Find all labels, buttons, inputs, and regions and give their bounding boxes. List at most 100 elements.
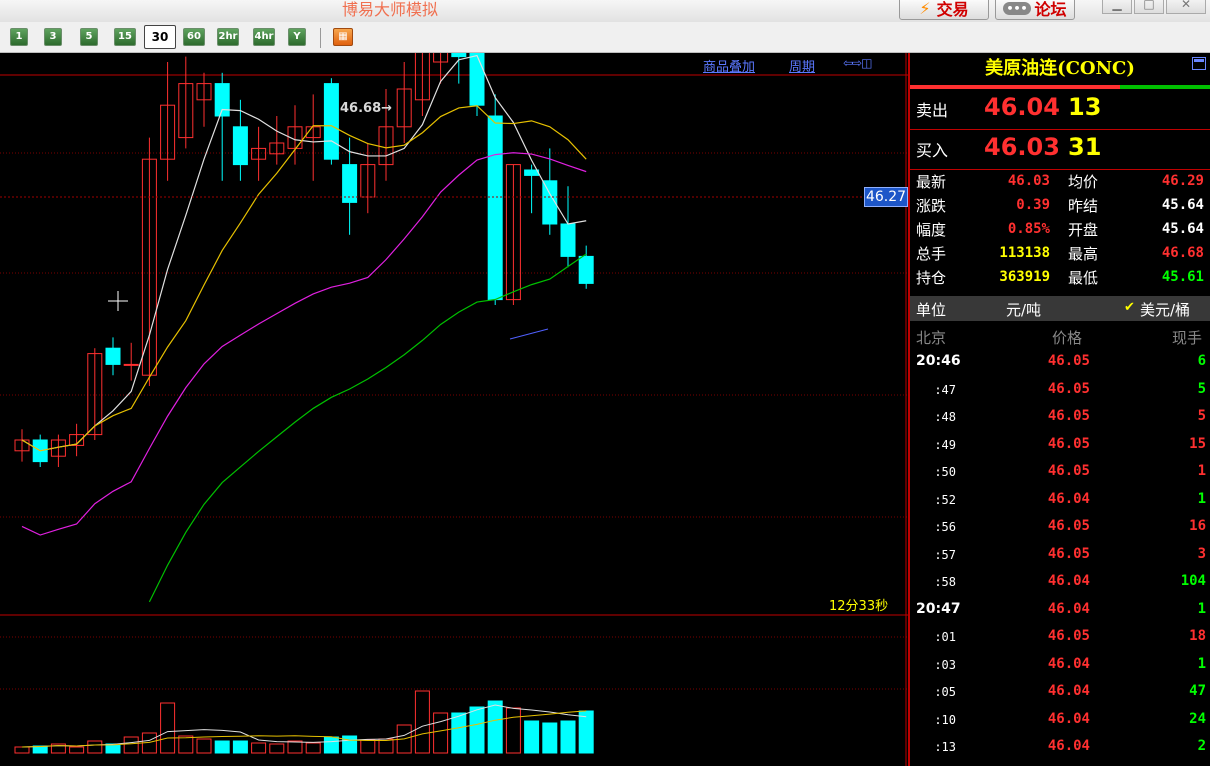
tick-volume: 104 bbox=[1180, 573, 1206, 589]
overlay-link[interactable]: 商品叠加 bbox=[703, 56, 755, 75]
forum-button-label: 论坛 bbox=[1034, 0, 1067, 19]
candle-body bbox=[578, 255, 594, 284]
forum-button[interactable]: ••• 论坛 bbox=[995, 0, 1075, 20]
tick-price: 46.04 bbox=[1047, 573, 1090, 589]
period-button-30[interactable]: 30 bbox=[144, 25, 176, 49]
period-button-3[interactable]: 3 bbox=[44, 28, 62, 46]
tick-price: 46.04 bbox=[1047, 600, 1090, 617]
period-button-1[interactable]: 1 bbox=[10, 28, 28, 46]
ticks-header-price: 价格 bbox=[1052, 329, 1083, 347]
stat-value: 46.68 bbox=[1161, 245, 1204, 261]
toolbar-divider bbox=[320, 28, 321, 48]
tick-volume: 5 bbox=[1197, 408, 1206, 424]
stat-label: 最新 bbox=[916, 173, 947, 191]
candle-body bbox=[105, 347, 121, 365]
volume-bar bbox=[14, 746, 30, 754]
tick-time: :47 bbox=[934, 382, 956, 397]
unit-cny-option[interactable]: 元/吨 bbox=[1006, 299, 1041, 320]
kline-chart bbox=[0, 53, 908, 766]
divider bbox=[910, 169, 1210, 170]
candle-body bbox=[469, 53, 485, 106]
period-button-60[interactable]: 60 bbox=[183, 28, 205, 46]
stat-label: 最高 bbox=[1068, 245, 1099, 263]
stat-label: 涨跌 bbox=[916, 197, 947, 215]
candle-body bbox=[123, 363, 139, 366]
volume-bar bbox=[69, 746, 85, 754]
volume-bar bbox=[123, 736, 139, 754]
ticks-header-time: 北京 bbox=[916, 329, 947, 347]
period-button-5[interactable]: 5 bbox=[80, 28, 98, 46]
zoom-layout-icon[interactable]: ⇦⇨◫ bbox=[843, 56, 872, 70]
period-button-2hr[interactable]: 2hr bbox=[217, 28, 239, 46]
tick-volume: 1 bbox=[1197, 490, 1206, 507]
volume-bar bbox=[560, 720, 576, 754]
minimize-button[interactable]: ▁ bbox=[1102, 0, 1132, 14]
stat-value: 45.61 bbox=[1161, 269, 1204, 285]
tick-time: :52 bbox=[934, 492, 956, 507]
volume-bar bbox=[232, 740, 248, 754]
maximize-button[interactable]: □ bbox=[1134, 0, 1164, 14]
kline-chart-area[interactable]: 商品叠加 周期 ⇦⇨◫ 46.68→ 46.27 12分33秒 bbox=[0, 53, 908, 766]
volume-bar bbox=[505, 707, 521, 754]
tick-price: 46.04 bbox=[1047, 683, 1090, 699]
buy-ratio-bar bbox=[1120, 85, 1210, 89]
tick-time: :03 bbox=[934, 657, 956, 672]
period-button-Y[interactable]: Y bbox=[288, 28, 306, 46]
candle-body bbox=[323, 83, 339, 160]
tick-time: 20:47 bbox=[916, 600, 961, 617]
sell-label: 卖出 bbox=[916, 101, 949, 120]
tick-price: 46.05 bbox=[1047, 353, 1090, 369]
tick-price: 46.04 bbox=[1047, 490, 1090, 507]
trade-button-label: 交易 bbox=[936, 0, 969, 19]
sell-ratio-bar bbox=[910, 85, 1120, 89]
close-button[interactable]: ✕ bbox=[1166, 0, 1206, 14]
volume-bar bbox=[414, 690, 430, 754]
tick-volume: 1 bbox=[1197, 463, 1206, 479]
tick-price: 46.05 bbox=[1047, 408, 1090, 424]
volume-bar bbox=[323, 736, 339, 754]
tick-price: 46.05 bbox=[1047, 463, 1090, 479]
period-link[interactable]: 周期 bbox=[789, 56, 815, 75]
chat-bubble-icon: ••• bbox=[1003, 1, 1031, 15]
window-restore-icon[interactable] bbox=[1192, 57, 1206, 70]
candle-body bbox=[524, 169, 540, 176]
trade-button[interactable]: ⚡ 交易 bbox=[899, 0, 989, 20]
tick-time: :57 bbox=[934, 547, 956, 562]
tick-volume: 18 bbox=[1189, 628, 1206, 644]
title-bar: 博易大师模拟 ⚡ 交易 ••• 论坛 ▁ □ ✕ bbox=[0, 0, 1210, 22]
tick-volume: 15 bbox=[1189, 435, 1206, 452]
stat-label: 昨结 bbox=[1068, 197, 1099, 215]
volume-bar bbox=[542, 722, 558, 754]
volume-bar bbox=[196, 738, 212, 754]
volume-bar bbox=[160, 702, 176, 754]
tick-time: :01 bbox=[934, 630, 956, 644]
tick-volume: 47 bbox=[1189, 683, 1206, 699]
buy-volume: 31 bbox=[1068, 133, 1102, 161]
tick-price: 46.05 bbox=[1047, 518, 1090, 534]
stat-label: 均价 bbox=[1068, 173, 1099, 191]
tick-price: 46.05 bbox=[1047, 628, 1090, 644]
tick-volume: 1 bbox=[1197, 655, 1206, 672]
sell-volume: 13 bbox=[1068, 93, 1102, 121]
volume-bar bbox=[87, 740, 103, 754]
period-toolbar: 1 3 5 15 30 60 2hr 4hr Y ▦ bbox=[0, 22, 1210, 53]
tick-volume: 2 bbox=[1197, 738, 1206, 754]
volume-bar bbox=[342, 735, 358, 754]
buy-price: 46.03 bbox=[984, 133, 1060, 161]
stat-value: 0.39 bbox=[1016, 197, 1050, 213]
calculator-icon[interactable]: ▦ bbox=[333, 28, 353, 46]
period-button-15[interactable]: 15 bbox=[114, 28, 136, 46]
unit-usd-option[interactable]: 美元/桶 bbox=[1140, 299, 1190, 320]
ma60-line bbox=[148, 253, 587, 603]
tick-time: :49 bbox=[934, 437, 956, 452]
stat-label: 开盘 bbox=[1068, 221, 1099, 239]
tick-time: :56 bbox=[934, 520, 956, 534]
stat-label: 总手 bbox=[916, 245, 947, 263]
volume-bar bbox=[451, 712, 467, 754]
tick-volume: 1 bbox=[1197, 600, 1206, 617]
tick-price: 46.05 bbox=[1047, 545, 1090, 562]
tick-volume: 3 bbox=[1197, 545, 1206, 562]
tick-volume: 24 bbox=[1189, 710, 1206, 727]
period-button-4hr[interactable]: 4hr bbox=[253, 28, 275, 46]
volume-bar bbox=[578, 710, 594, 754]
